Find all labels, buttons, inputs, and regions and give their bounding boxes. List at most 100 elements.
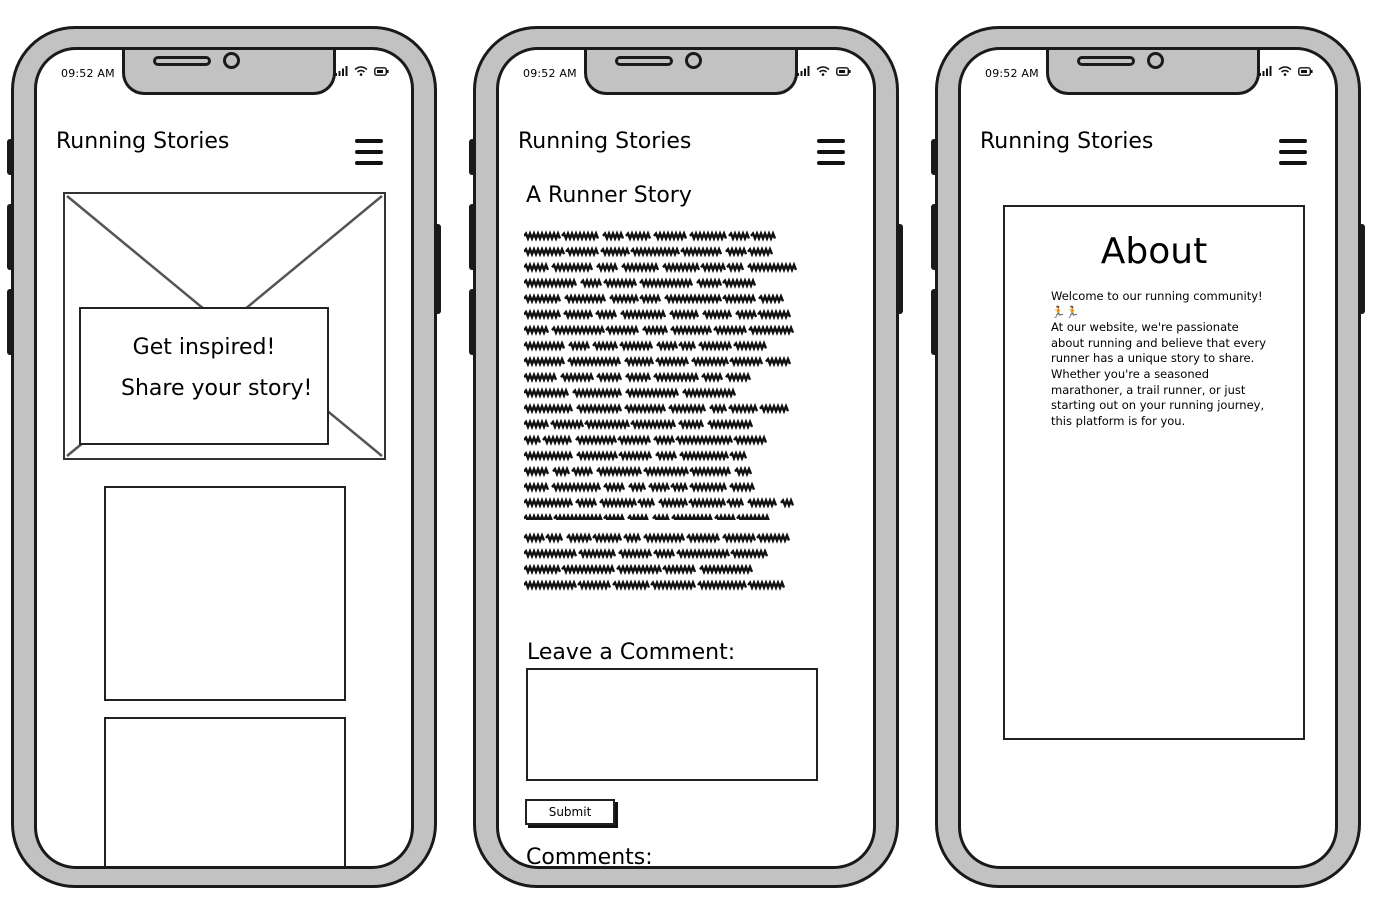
scribble-word (722, 293, 757, 305)
scribble-word (780, 497, 795, 509)
app-title: Running Stories (980, 129, 1154, 154)
scribble-word (688, 497, 727, 509)
wifi-icon (354, 66, 368, 76)
speaker-icon (1077, 56, 1135, 66)
scribble-word (600, 245, 631, 258)
scribble-word (524, 497, 574, 509)
scribble-word (756, 532, 791, 544)
scribble-word (592, 532, 623, 544)
scribble-word (567, 355, 622, 368)
scribble-word (524, 324, 550, 336)
status-time: 09:52 AM (61, 67, 115, 80)
scribble-word (566, 532, 593, 544)
scribble-word (643, 465, 690, 478)
status-time: 09:52 AM (523, 67, 577, 80)
scribble-word (733, 434, 768, 446)
side-button (1358, 224, 1365, 314)
scribble-word (668, 402, 707, 415)
scribble-word (670, 481, 689, 493)
scribble-word (722, 277, 757, 289)
scribble-word (670, 324, 713, 336)
scribble-word (679, 450, 730, 462)
scribble-word (680, 245, 723, 258)
scribble-word (599, 497, 638, 509)
scribble-word (524, 371, 558, 384)
side-button (931, 204, 938, 270)
scribble-word (729, 450, 748, 462)
scribble-word (678, 418, 705, 431)
signal-icon (335, 66, 348, 76)
scribble-word (618, 450, 653, 462)
scribble-word (618, 547, 653, 560)
scribble-word (572, 387, 623, 399)
story-card[interactable] (104, 486, 346, 701)
scribble-word (653, 371, 700, 384)
phone-about: 09:52 AM Running Stories About Welcome t… (931, 26, 1365, 888)
story-paragraph-placeholder (524, 532, 791, 591)
scribble-word (609, 293, 640, 305)
scribble-word (675, 434, 734, 446)
signal-icon (1259, 66, 1272, 76)
hero-image: Get inspired! Share your story! (63, 192, 386, 460)
comment-textarea[interactable] (526, 668, 818, 781)
side-button (469, 139, 476, 175)
scribble-word (639, 277, 694, 289)
story-card[interactable] (104, 717, 346, 866)
scribble-word (551, 324, 606, 336)
side-button (434, 224, 441, 314)
about-welcome: Welcome to our running community! 🏃🏃 (1051, 289, 1263, 319)
scribble-word (561, 563, 616, 576)
scribble-word (524, 579, 578, 591)
app-title: Running Stories (56, 129, 230, 154)
scribble-word (545, 532, 564, 544)
phone-notch (122, 50, 336, 95)
scribble-word (561, 230, 600, 242)
scribble-word (736, 512, 770, 520)
scribble-word (617, 434, 652, 446)
scribble-word (642, 324, 669, 336)
battery-icon (836, 66, 851, 76)
hamburger-menu-icon[interactable] (1279, 139, 1307, 165)
scribble-word (686, 532, 721, 544)
scribble-word (655, 450, 678, 462)
scribble-word (524, 230, 562, 242)
scribble-word (627, 512, 649, 520)
scribble-word (603, 481, 626, 493)
scribble-word (625, 371, 652, 384)
scribble-word (748, 324, 795, 336)
scribble-word (578, 547, 617, 560)
scribble-word (524, 563, 562, 576)
scribble-word (524, 434, 542, 446)
scribble-word (524, 512, 553, 520)
side-button (469, 289, 476, 355)
scribble-word (639, 293, 662, 305)
scribble-word (592, 340, 619, 352)
hamburger-menu-icon[interactable] (817, 139, 845, 165)
scribble-word (577, 579, 612, 591)
scribble-word (524, 355, 566, 368)
scribble-word (653, 547, 676, 560)
scribble-word (630, 418, 677, 431)
scribble-word (729, 355, 764, 368)
scribble-word (595, 308, 618, 321)
scribble-word (596, 261, 619, 274)
scribble-word (637, 497, 656, 509)
scribble-word (643, 532, 686, 544)
submit-button[interactable]: Submit (525, 799, 615, 825)
phone-story: 09:52 AM Running Stories A Runner Story … (469, 26, 903, 888)
app-title: Running Stories (518, 129, 692, 154)
scribble-word (575, 434, 618, 446)
scribble-word (656, 340, 679, 352)
scribble-word (734, 465, 753, 478)
scribble-word (602, 230, 625, 242)
scribble-word (630, 245, 681, 258)
phone-notch (1046, 50, 1260, 95)
scribble-word (553, 512, 603, 520)
hamburger-menu-icon[interactable] (355, 139, 383, 165)
side-button (896, 224, 903, 314)
scribble-word (524, 450, 574, 462)
scribble-word (757, 308, 792, 321)
side-button (7, 139, 14, 175)
hero-cta-card[interactable]: Get inspired! Share your story! (79, 307, 329, 445)
scribble-word (733, 340, 768, 352)
